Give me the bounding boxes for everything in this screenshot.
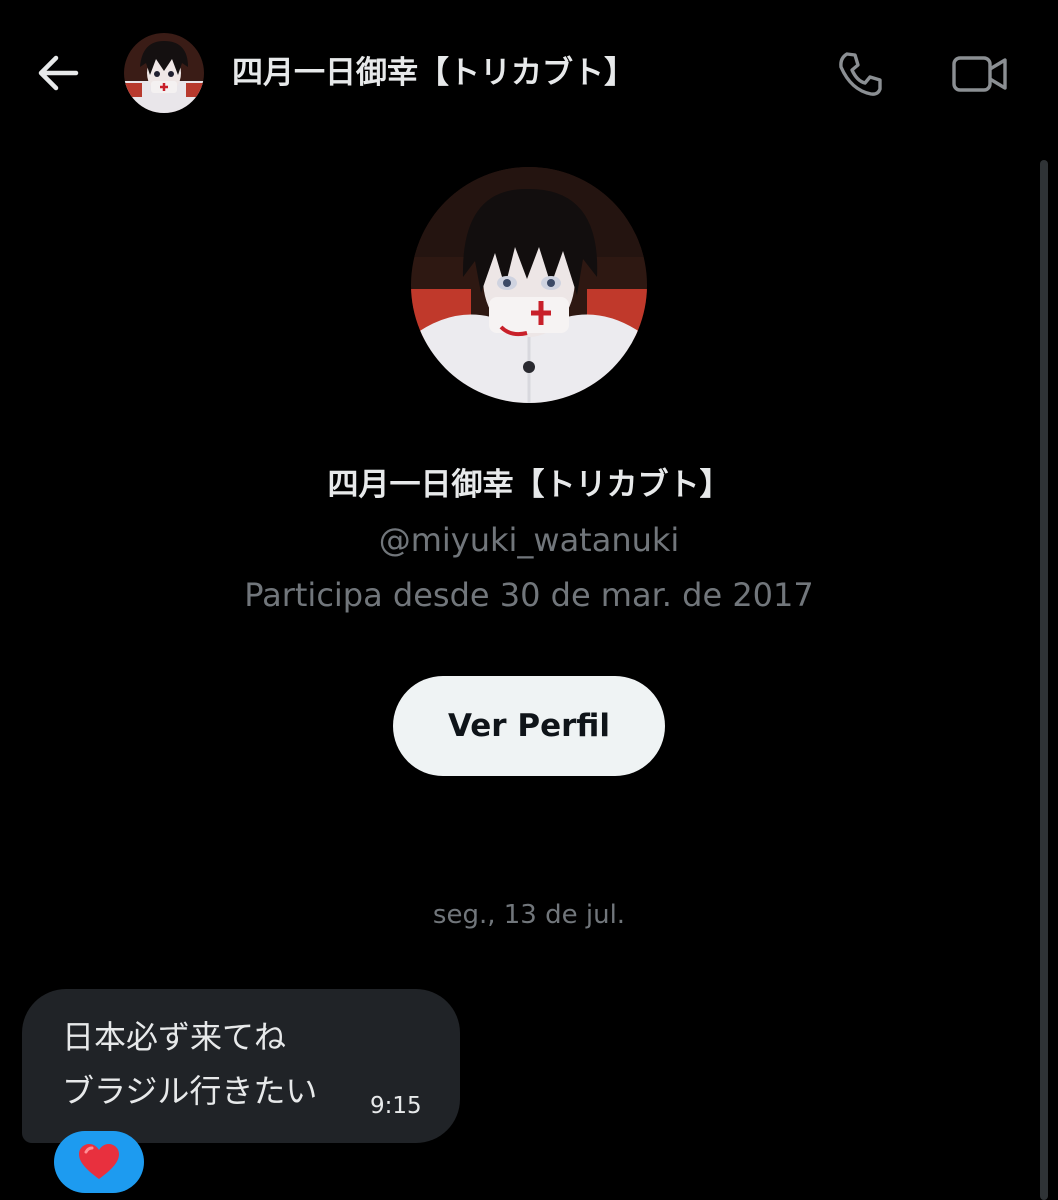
conversation-title[interactable]: 四月一日御幸【トリカブト】 <box>232 48 635 98</box>
message-text-line: 日本必ず来てね <box>62 1018 287 1056</box>
call-button[interactable] <box>832 46 888 102</box>
phone-icon <box>839 52 882 96</box>
video-call-button[interactable] <box>948 46 1012 102</box>
avatar-image <box>124 33 204 113</box>
scrollbar[interactable] <box>1040 160 1048 1200</box>
profile-avatar[interactable] <box>411 167 647 403</box>
back-button[interactable] <box>30 48 86 98</box>
heart-icon <box>79 1144 119 1179</box>
arrow-left-icon <box>38 55 79 91</box>
profile-join-date: Participa desde 30 de mar. de 2017 <box>244 576 814 614</box>
header-avatar[interactable] <box>124 33 204 113</box>
video-camera-icon <box>952 56 1007 92</box>
message-text-line: ブラジル行きたい <box>62 1072 318 1110</box>
message-timestamp: 9:15 <box>370 1093 422 1119</box>
avatar-image <box>411 167 647 403</box>
profile-handle: @miyuki_watanuki <box>378 521 680 559</box>
message-bubble[interactable]: 日本必ず来てね ブラジル行きたい 9:15 <box>22 989 460 1143</box>
conversation-header: 四月一日御幸【トリカブト】 <box>0 0 1058 150</box>
message-reaction[interactable] <box>54 1131 144 1193</box>
profile-display-name: 四月一日御幸【トリカブト】 <box>327 467 731 503</box>
view-profile-button[interactable]: Ver Perfil <box>393 676 665 776</box>
dm-conversation-screen: 四月一日御幸【トリカブト】 四月一日御幸【トリカブト】 @miyuki_wata… <box>0 0 1058 1200</box>
date-separator: seg., 13 de jul. <box>432 900 626 930</box>
